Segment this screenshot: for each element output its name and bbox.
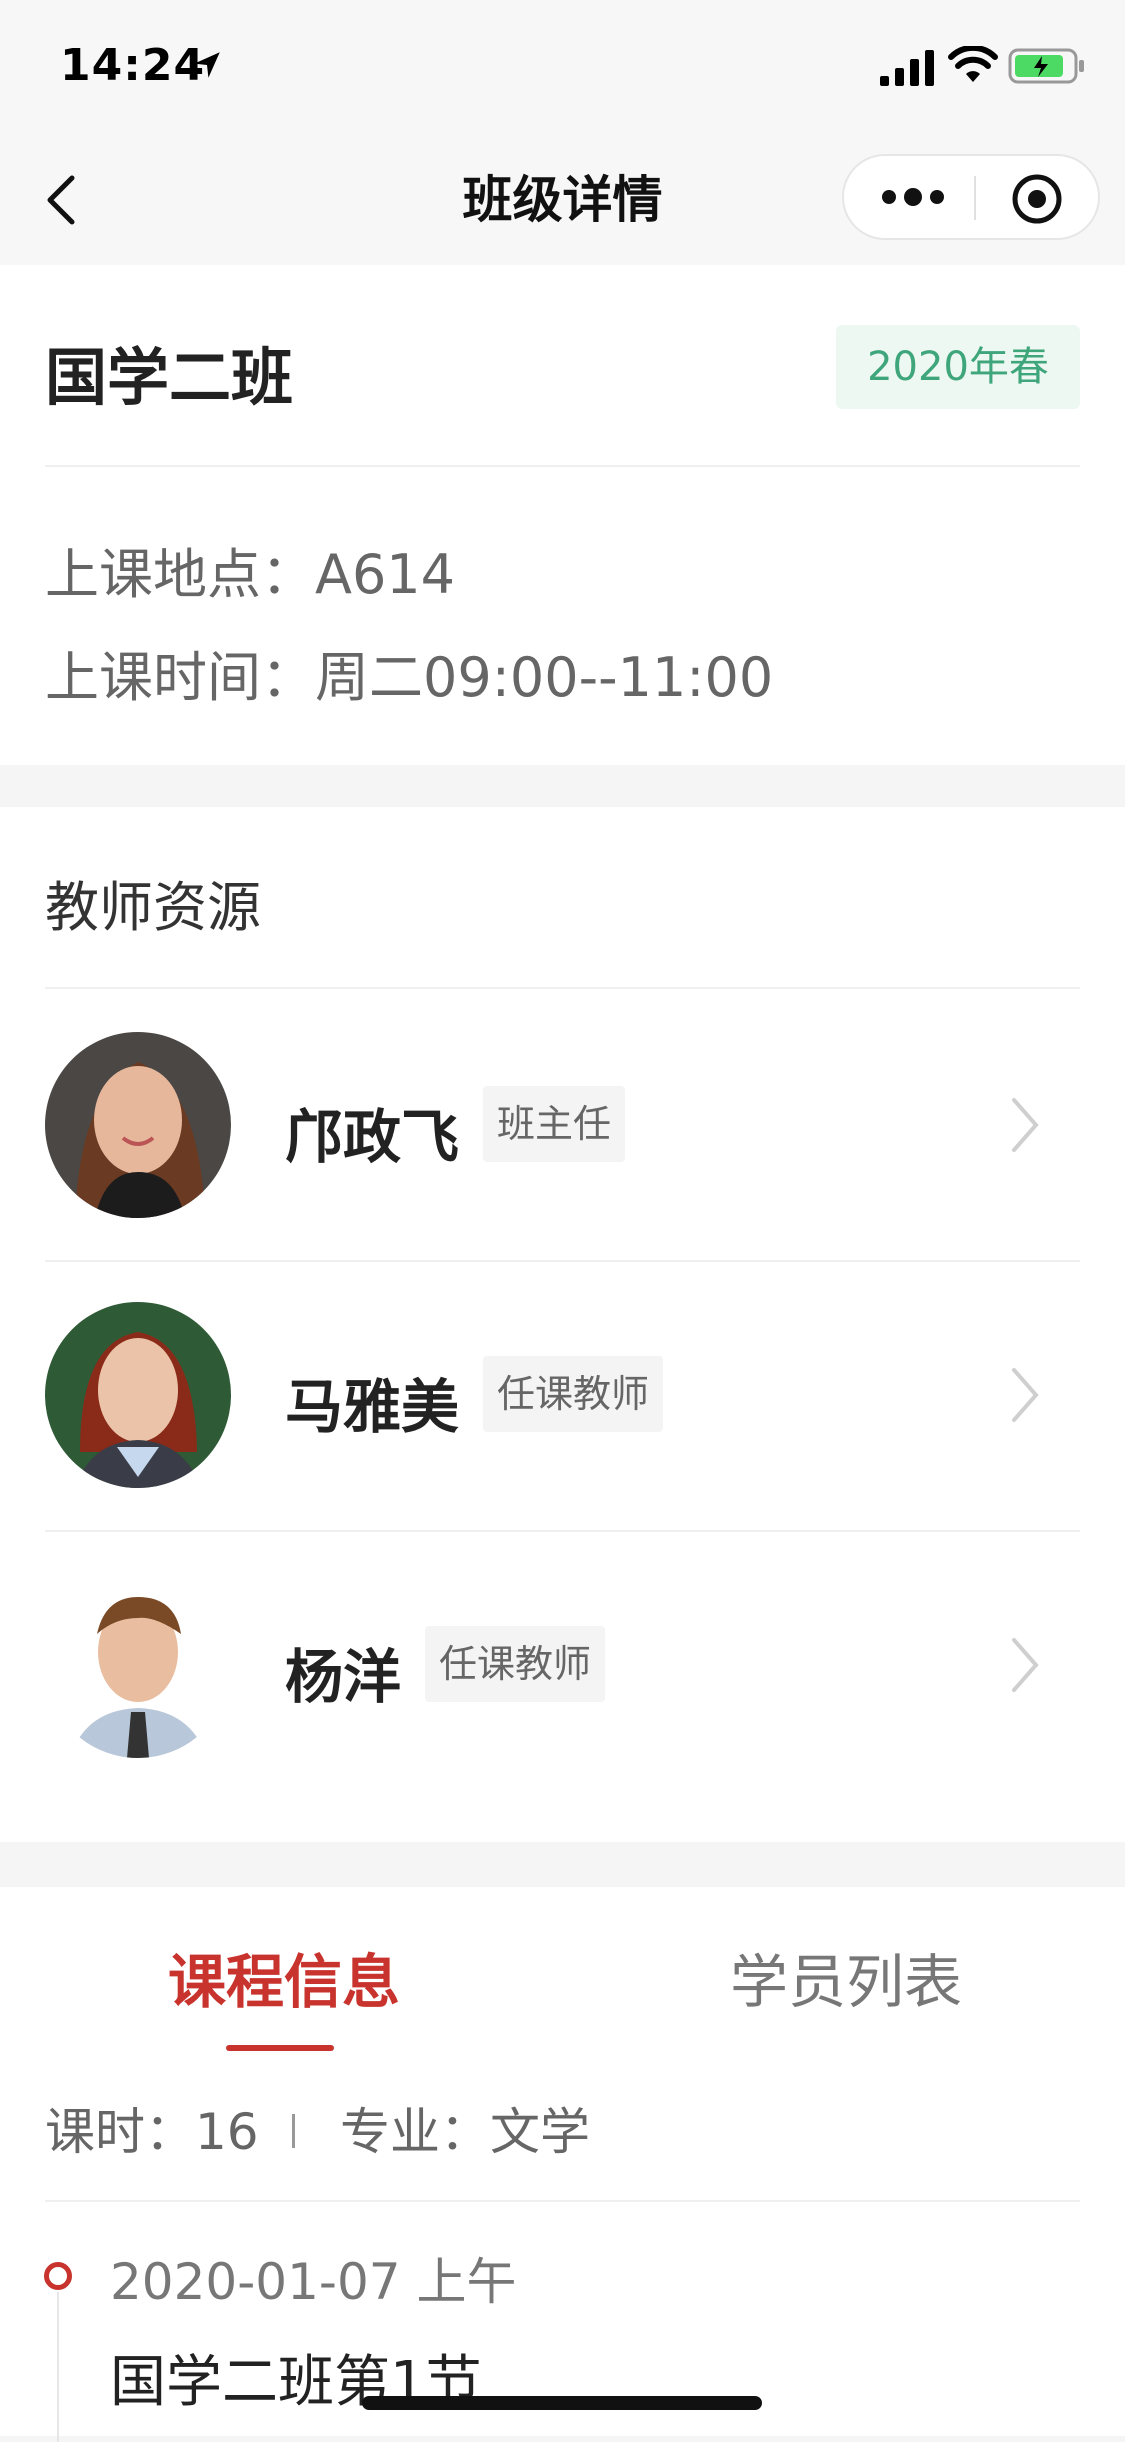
active-tab-indicator — [226, 2045, 334, 2051]
lesson-date: 2020-01-07 上午 — [110, 2253, 517, 2311]
location-label: 上课地点： — [45, 543, 315, 606]
more-icon[interactable] — [880, 182, 946, 212]
hours-value: 16 — [195, 2103, 259, 2161]
teacher-role-badge: 任课教师 — [483, 1356, 664, 1432]
battery-icon — [1008, 48, 1084, 84]
teacher-row[interactable]: 马雅美 任课教师 — [0, 1260, 1125, 1530]
teacher-row[interactable]: 杨洋 任课教师 — [0, 1530, 1125, 1800]
time-value: 周二09:00--11:00 — [315, 646, 774, 709]
class-info-card: 国学二班 2020年春 上课地点：A614 上课时间：周二09:00--11:0… — [0, 265, 1125, 765]
teacher-section-title: 教师资源 — [45, 876, 261, 939]
timeline-line — [57, 2292, 59, 2442]
teacher-name: 杨洋 — [285, 1643, 402, 1711]
location-line: 上课地点：A614 — [45, 530, 455, 609]
tab-course-info[interactable]: 课程信息 — [168, 1935, 400, 2019]
location-arrow-icon — [194, 52, 220, 78]
teacher-photo — [45, 1302, 231, 1488]
status-bar: 14:24 — [0, 0, 1125, 135]
teacher-photo — [45, 1572, 231, 1758]
teacher-name: 马雅美 — [285, 1373, 460, 1441]
mini-program-capsule — [842, 154, 1100, 240]
hours-meta: 课时：16 — [45, 2092, 259, 2164]
avatar — [45, 1302, 231, 1488]
avatar — [45, 1572, 231, 1758]
capsule-divider — [974, 176, 976, 220]
avatar — [45, 1032, 231, 1218]
teacher-row[interactable]: 邝政飞 班主任 — [0, 990, 1125, 1260]
tab-bar: 课程信息 学员列表 — [0, 1887, 1125, 2054]
time-line: 上课时间：周二09:00--11:00 — [45, 633, 773, 712]
major-meta: 专业：文学 — [340, 2092, 590, 2164]
meta-separator — [292, 2114, 295, 2148]
home-indicator — [362, 2396, 762, 2410]
timeline-dot — [44, 2262, 72, 2290]
chevron-right-icon — [1012, 1638, 1039, 1692]
class-name: 国学二班 — [45, 341, 294, 414]
time-label: 上课时间： — [45, 646, 315, 709]
term-badge: 2020年春 — [836, 325, 1080, 409]
hours-label: 课时： — [45, 2103, 195, 2161]
cellular-signal-icon — [880, 50, 934, 86]
major-value: 文学 — [490, 2103, 590, 2161]
status-time: 14:24 — [60, 40, 206, 91]
location-value: A614 — [315, 543, 456, 606]
divider — [45, 2200, 1080, 2202]
teacher-role-badge: 班主任 — [483, 1086, 626, 1162]
teacher-name: 邝政飞 — [285, 1103, 460, 1171]
close-mini-program-icon[interactable] — [1010, 172, 1064, 226]
major-label: 专业： — [340, 2103, 490, 2161]
chevron-right-icon — [1012, 1098, 1039, 1152]
divider — [45, 465, 1080, 467]
teacher-photo — [45, 1032, 231, 1218]
divider — [45, 987, 1080, 989]
course-info-panel: 课时：16 专业：文学 2020-01-07 上午 国学二班第1节 — [0, 2052, 1125, 2442]
wifi-icon — [948, 46, 998, 82]
tab-student-list[interactable]: 学员列表 — [730, 1935, 962, 2019]
chevron-right-icon — [1012, 1368, 1039, 1422]
teacher-role-badge: 任课教师 — [425, 1626, 606, 1702]
teacher-section: 教师资源 邝政飞 班主任 马雅美 任课教师 杨洋 任课教师 — [0, 807, 1125, 1842]
